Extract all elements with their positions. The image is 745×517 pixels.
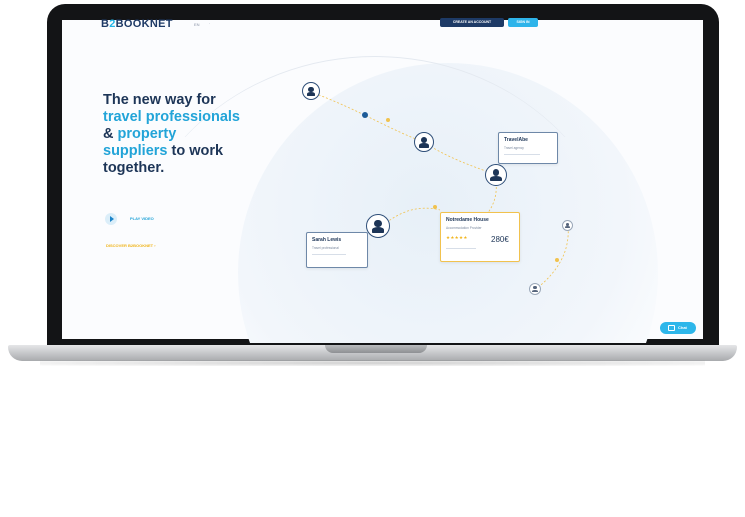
avatar-middle: [414, 132, 434, 152]
rating-stars: ★★★★★: [446, 235, 468, 240]
card-travelabe: TravelAbe Travel agency: [498, 132, 558, 164]
language-selector[interactable]: EN: [194, 22, 200, 27]
map-pin-icon: [362, 112, 368, 118]
play-video-icon[interactable]: [105, 213, 117, 225]
card-line: [504, 154, 540, 155]
card-line: [446, 248, 476, 249]
card-sarah-title: Sarah Lewis: [312, 237, 342, 243]
route-dot: [386, 118, 390, 122]
card-travelabe-title: TravelAbe: [504, 137, 528, 143]
hero-headline: The new way for travel professionals & p…: [103, 92, 263, 177]
avatar-sarah: [366, 214, 390, 238]
hero-highlight-property: property: [117, 126, 177, 142]
hero-line1: The new way for: [103, 92, 216, 108]
card-travelabe-sub: Travel agency: [504, 146, 524, 150]
avatar-small-bottom: [529, 283, 541, 295]
card-sarah-sub: Travel professional: [312, 246, 339, 250]
chat-label: Chat: [678, 325, 687, 330]
route-5: [534, 224, 569, 291]
route-dot: [433, 205, 437, 209]
hero-highlight-suppliers: suppliers: [103, 143, 168, 159]
chat-icon: [668, 325, 675, 331]
card-notredame-title: Notredame House: [446, 217, 489, 223]
avatar-top: [302, 82, 320, 100]
route-dot: [555, 258, 559, 262]
route-2: [423, 141, 496, 176]
language-separator: ·: [209, 21, 211, 26]
discover-link[interactable]: DISCOVER B2BOOKNET ›: [106, 243, 156, 248]
card-price: 280€: [491, 235, 509, 244]
card-sarah: Sarah Lewis Travel professional: [306, 232, 368, 268]
logo[interactable]: B2BOOKNET: [101, 18, 173, 30]
hero-rest: to work: [167, 143, 224, 159]
route-1: [310, 91, 425, 143]
sign-in-button[interactable]: SIGN IN: [508, 18, 538, 27]
card-line: [312, 254, 346, 255]
play-video-link[interactable]: PLAY VIDEO: [130, 216, 154, 221]
hero-last: together.: [103, 160, 165, 176]
hero-highlight-travel: travel professionals: [103, 109, 240, 125]
avatar-travelabe: [485, 164, 507, 186]
avatar-small-right: [562, 220, 573, 231]
hero-amp: &: [103, 126, 118, 142]
card-notredame: Notredame House Accommodation Provider ★…: [440, 212, 520, 262]
card-notredame-sub: Accommodation Provider: [446, 226, 482, 230]
route-lines: [310, 91, 569, 291]
create-account-button[interactable]: CREATE AN ACCOUNT: [440, 18, 504, 27]
